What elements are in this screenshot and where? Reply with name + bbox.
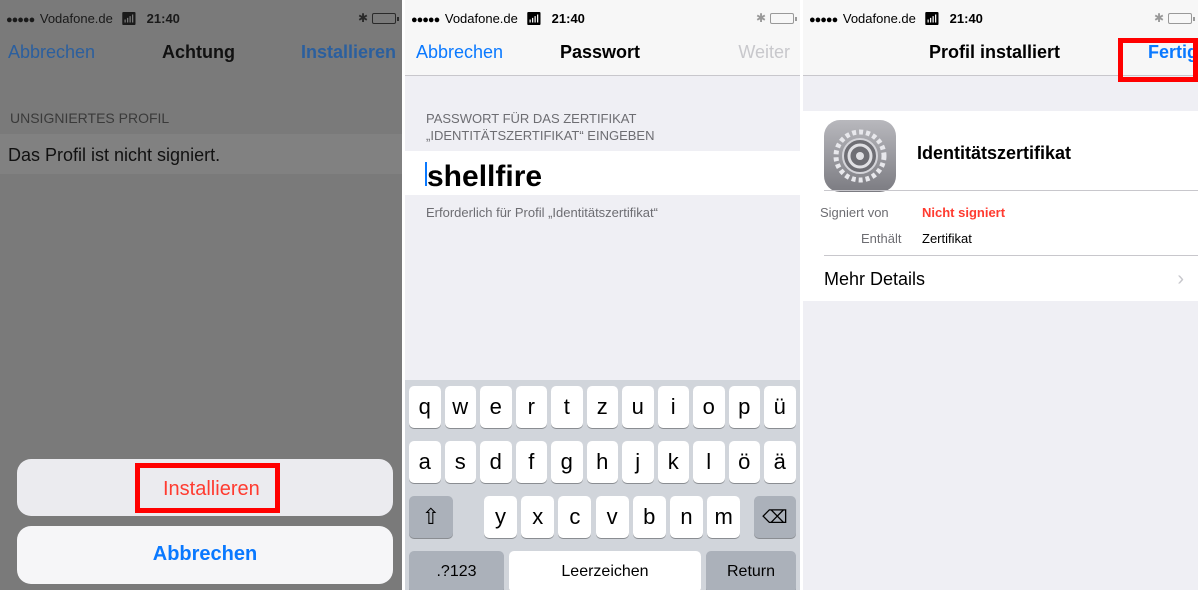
highlight-box [135, 463, 280, 513]
next-nav-button[interactable]: Weiter [738, 42, 790, 63]
more-details-row[interactable]: Mehr Details [824, 269, 925, 290]
numbers-key[interactable]: .?123 [409, 551, 504, 590]
key-q[interactable]: q [409, 386, 441, 428]
keyboard: qwertzuiopü asdfghjklöä yxcvbnm ⇧ ⌫ .?12… [405, 380, 800, 590]
key-ü[interactable]: ü [764, 386, 796, 428]
key-n[interactable]: n [670, 496, 703, 538]
key-ö[interactable]: ö [728, 441, 760, 483]
screen-password-entry: ●●●●● Vodafone.de 📶︎ 21:40 ✱ Abbrechen P… [405, 0, 800, 590]
contains-value: Zertifikat [922, 231, 972, 246]
password-footer: Erforderlich für Profil „Identitätszerti… [426, 205, 658, 220]
bluetooth-icon: ✱ [755, 11, 766, 25]
password-section-header: PASSWORT FÜR DAS ZERTIFIKAT „IDENTITÄTSZ… [426, 110, 654, 144]
key-ä[interactable]: ä [764, 441, 796, 483]
key-l[interactable]: l [693, 441, 725, 483]
signal-icon: ●●●●● [809, 14, 838, 26]
key-v[interactable]: v [595, 496, 629, 538]
status-bar: ●●●●● Vodafone.de 📶︎ 21:40 ✱ [0, 0, 402, 36]
nav-bar: Abbrechen Achtung Installieren [0, 36, 402, 76]
carrier-name: Vodafone.de [39, 11, 113, 26]
sheet-cancel-button[interactable]: Abbrechen [17, 526, 393, 584]
status-bar: ●●●●● Vodafone.de 📶︎ 21:40 ✱ [405, 0, 800, 36]
contains-label: Enthält [861, 231, 902, 246]
key-f[interactable]: f [515, 441, 547, 483]
signal-icon: ●●●●● [411, 14, 440, 26]
password-header-line1: PASSWORT FÜR DAS ZERTIFIKAT [426, 111, 637, 126]
signed-by-value: Nicht signiert [922, 205, 1006, 220]
bluetooth-icon: ✱ [1153, 11, 1164, 25]
warning-text: Das Profil ist nicht signiert. [8, 145, 221, 165]
sheet-cancel-label: Abbrechen [152, 543, 258, 565]
key-c[interactable]: c [558, 496, 592, 538]
key-w[interactable]: w [444, 386, 476, 428]
backspace-key[interactable]: ⌫ [754, 496, 796, 538]
bluetooth-icon: ✱ [357, 11, 368, 25]
key-h[interactable]: h [586, 441, 618, 483]
install-nav-button[interactable]: Installieren [301, 42, 396, 63]
key-b[interactable]: b [632, 496, 666, 538]
signed-by-label: Signiert von [820, 205, 889, 220]
warning-cell: Das Profil ist nicht signiert. [0, 134, 402, 174]
key-x[interactable]: x [521, 496, 555, 538]
settings-gear-icon [824, 120, 896, 192]
status-time: 21:40 [146, 11, 180, 26]
status-time: 21:40 [949, 11, 983, 26]
key-i[interactable]: i [657, 386, 689, 428]
key-s[interactable]: s [444, 441, 476, 483]
password-value: shellfire [427, 160, 543, 193]
password-input[interactable]: shellfire [405, 151, 800, 195]
shift-key[interactable]: ⇧ [409, 496, 453, 538]
wifi-icon: 📶︎ [120, 11, 138, 26]
key-o[interactable]: o [693, 386, 725, 428]
space-key[interactable]: Leerzeichen [509, 551, 701, 590]
cancel-nav-button[interactable]: Abbrechen [416, 42, 503, 63]
divider [824, 190, 1198, 191]
nav-title: Passwort [560, 42, 641, 62]
key-k[interactable]: k [657, 441, 689, 483]
screen-profile-installed: ●●●●● Vodafone.de 📶︎ 21:40 ✱ Profil inst… [803, 0, 1198, 590]
key-m[interactable]: m [707, 496, 741, 538]
return-key[interactable]: Return [706, 551, 796, 590]
cancel-nav-button[interactable]: Abbrechen [8, 42, 95, 63]
profile-name: Identitätszertifikat [917, 143, 1072, 163]
section-header: UNSIGNIERTES PROFIL [10, 110, 170, 126]
highlight-box [1118, 38, 1198, 82]
key-p[interactable]: p [728, 386, 760, 428]
password-header-line2: „IDENTITÄTSZERTIFIKAT“ EINGEBEN [426, 128, 655, 143]
carrier-name: Vodafone.de [842, 11, 916, 26]
signal-icon: ●●●●● [6, 14, 35, 26]
key-a[interactable]: a [409, 441, 441, 483]
battery-icon [1168, 12, 1195, 24]
profile-card: Identitätszertifikat Signiert von Nicht … [803, 111, 1198, 301]
key-g[interactable]: g [551, 441, 583, 483]
key-u[interactable]: u [622, 386, 654, 428]
chevron-right-icon: › [1177, 268, 1184, 290]
key-e[interactable]: e [480, 386, 512, 428]
wifi-icon: 📶︎ [923, 11, 941, 26]
nav-bar: Abbrechen Passwort Weiter [405, 36, 800, 76]
key-t[interactable]: t [551, 386, 583, 428]
battery-icon [770, 12, 797, 24]
nav-title: Profil installiert [929, 42, 1061, 62]
status-time: 21:40 [551, 11, 585, 26]
carrier-name: Vodafone.de [444, 11, 518, 26]
nav-title: Achtung [162, 42, 235, 62]
battery-icon [372, 12, 399, 24]
screen-unsigned-profile-warning: ●●●●● Vodafone.de 📶︎ 21:40 ✱ Abbrechen A… [0, 0, 402, 590]
key-z[interactable]: z [586, 386, 618, 428]
key-d[interactable]: d [480, 441, 512, 483]
key-y[interactable]: y [484, 496, 517, 538]
status-bar: ●●●●● Vodafone.de 📶︎ 21:40 ✱ [803, 0, 1198, 36]
key-j[interactable]: j [622, 441, 654, 483]
divider [824, 255, 1198, 256]
key-r[interactable]: r [515, 386, 547, 428]
wifi-icon: 📶︎ [525, 11, 543, 26]
